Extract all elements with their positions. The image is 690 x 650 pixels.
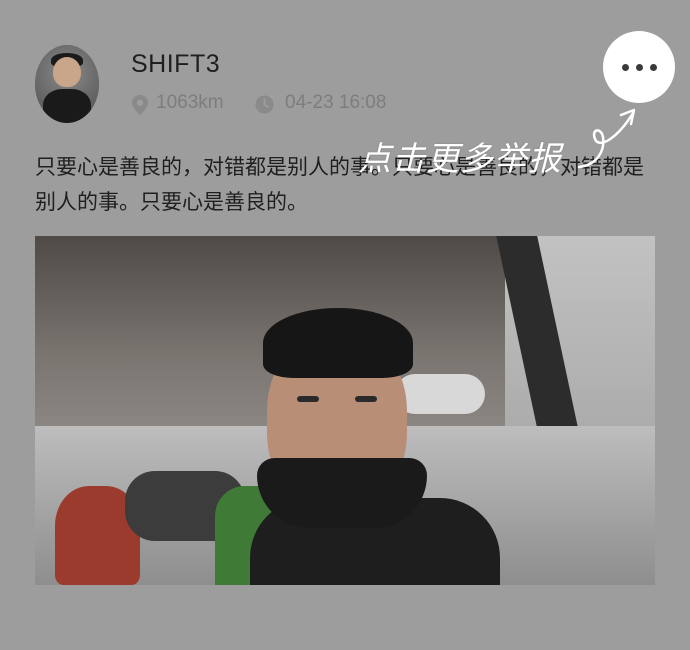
report-hint-label: 点击更多举报 <box>358 139 562 178</box>
post-image[interactable] <box>35 236 655 585</box>
hint-arrow-icon <box>577 108 636 169</box>
clock-icon <box>255 95 274 114</box>
post-card: SHIFT3 1063km 04-23 16:08 只要心是善良的，对错都是别人… <box>0 0 690 650</box>
distance-text: 1063km <box>156 92 224 113</box>
more-dots-icon <box>621 63 629 71</box>
post-time: 04-23 16:08 <box>285 92 387 113</box>
more-button[interactable] <box>603 31 675 103</box>
username[interactable]: SHIFT3 <box>131 50 220 79</box>
post-text: 只要心是善良的，对错都是别人的事。只要心是善良的，对错都是别人的事。只要心是善良… <box>35 155 644 214</box>
location-pin-icon <box>132 95 148 115</box>
avatar[interactable] <box>35 45 99 123</box>
